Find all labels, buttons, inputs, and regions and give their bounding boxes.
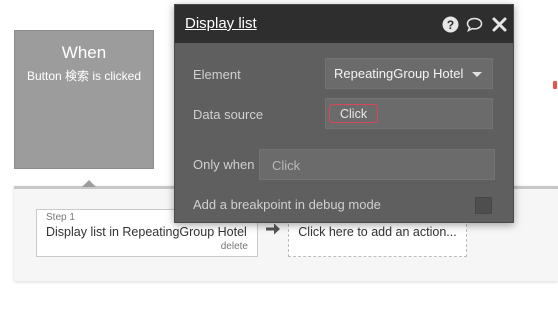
delete-step-link[interactable]: delete [221, 241, 248, 252]
step-number: Step 1 [46, 212, 75, 223]
breakpoint-label: Add a breakpoint in debug mode [193, 197, 381, 212]
panel-title[interactable]: Display list [185, 15, 257, 32]
help-icon[interactable]: ? [442, 16, 459, 33]
data-source-label: Data source [193, 107, 264, 122]
event-trigger: Button 検索 is clicked [26, 69, 142, 83]
property-editor-panel: Display list ? Element RepeatingGroup Ho… [174, 4, 514, 223]
element-dropdown[interactable]: RepeatingGroup Hotel [325, 58, 493, 89]
element-value: RepeatingGroup Hotel [334, 66, 464, 81]
element-label: Element [193, 67, 241, 82]
workflow-canvas: When Button 検索 is clicked Step 1 Display… [0, 0, 558, 313]
only-when-placeholder: Click [272, 158, 301, 173]
edge-marker [553, 81, 557, 89]
breakpoint-checkbox[interactable] [475, 197, 492, 214]
close-icon[interactable] [491, 16, 508, 33]
comment-icon[interactable] [466, 16, 483, 33]
event-card[interactable]: When Button 検索 is clicked [14, 30, 154, 169]
event-connector [82, 180, 96, 187]
panel-header: Display list ? [175, 5, 513, 43]
step-name: Display list in RepeatingGroup Hotel [46, 225, 247, 239]
svg-text:?: ? [447, 18, 454, 32]
data-source-field[interactable]: Click [325, 98, 493, 129]
only-when-field[interactable]: Click [259, 149, 495, 180]
arrow-right-icon [266, 223, 280, 235]
only-when-label: Only when [193, 157, 255, 172]
data-source-expression[interactable]: Click [329, 104, 379, 123]
event-title: When [61, 43, 107, 62]
chevron-down-icon [472, 72, 482, 77]
